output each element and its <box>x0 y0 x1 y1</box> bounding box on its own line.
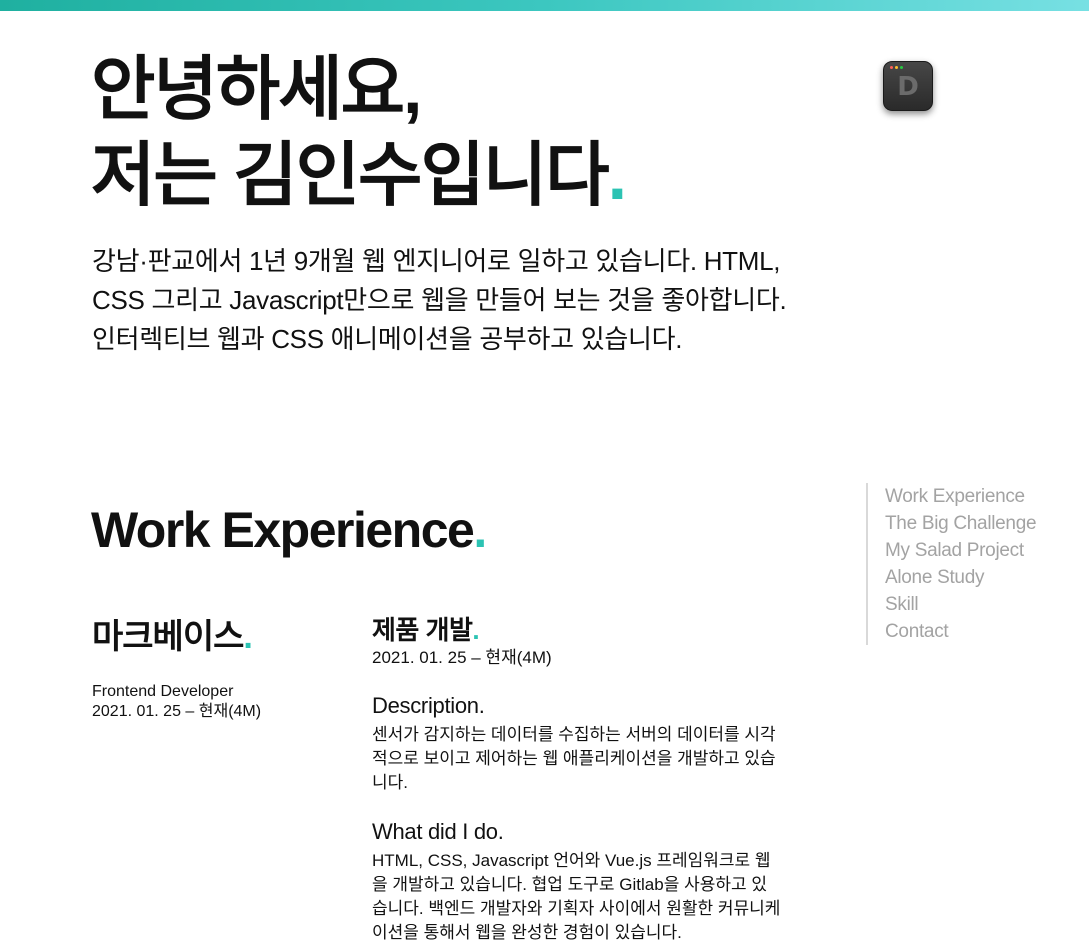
nav-item-skill[interactable]: Skill <box>885 591 1076 618</box>
window-lights-icon <box>890 66 903 69</box>
accent-dot: . <box>473 502 487 558</box>
work-experience-title: Work Experience. <box>91 498 487 562</box>
what-did-i-do-text: HTML, CSS, Javascript 언어와 Vue.js 프레임워크로 … <box>372 851 781 942</box>
description-heading: Description. <box>372 693 485 718</box>
company-name: 마크베이스. <box>92 614 352 660</box>
project-title: 제품 개발. <box>372 613 792 647</box>
company-role: Frontend Developer <box>92 683 234 700</box>
accent-dot: . <box>607 136 628 214</box>
nav-item-big-challenge[interactable]: The Big Challenge <box>885 510 1076 537</box>
what-did-i-do-heading: What did I do. <box>372 819 504 844</box>
project-block: 제품 개발. 2021. 01. 25 – 현재(4M) Description… <box>372 613 792 945</box>
nav-item-alone-study[interactable]: Alone Study <box>885 564 1076 591</box>
accent-dot: . <box>472 615 480 645</box>
side-navigation: Work Experience The Big Challenge My Sal… <box>866 483 1076 645</box>
top-accent-bar <box>0 0 1089 11</box>
app-icon-letter: D <box>897 72 919 102</box>
project-period: 2021. 01. 25 – 현재(4M) <box>372 648 552 667</box>
dev-app-icon[interactable]: D <box>883 61 933 111</box>
nav-item-contact[interactable]: Contact <box>885 618 1076 645</box>
accent-dot: . <box>243 618 253 656</box>
hero-name-line: 저는 김인수입니다 <box>91 136 610 214</box>
hero-greeting: 안녕하세요, <box>91 50 422 128</box>
project-title-text: 제품 개발 <box>372 615 473 645</box>
company-name-text: 마크베이스 <box>92 618 244 656</box>
hero-heading: 안녕하세요, 저는 김인수입니다. <box>91 46 628 218</box>
hero-intro-text: 강남·판교에서 1년 9개월 웹 엔지니어로 일하고 있습니다. HTML, C… <box>92 246 787 354</box>
nav-item-salad-project[interactable]: My Salad Project <box>885 537 1076 564</box>
description-text: 센서가 감지하는 데이터를 수집하는 서버의 데이터를 시각적으로 보이고 제어… <box>372 725 776 792</box>
company-period: 2021. 01. 25 – 현재(4M) <box>92 703 262 720</box>
nav-item-work-experience[interactable]: Work Experience <box>885 483 1076 510</box>
work-experience-title-text: Work Experience <box>91 502 475 558</box>
company-block: 마크베이스. Frontend Developer 2021. 01. 25 –… <box>92 614 352 722</box>
